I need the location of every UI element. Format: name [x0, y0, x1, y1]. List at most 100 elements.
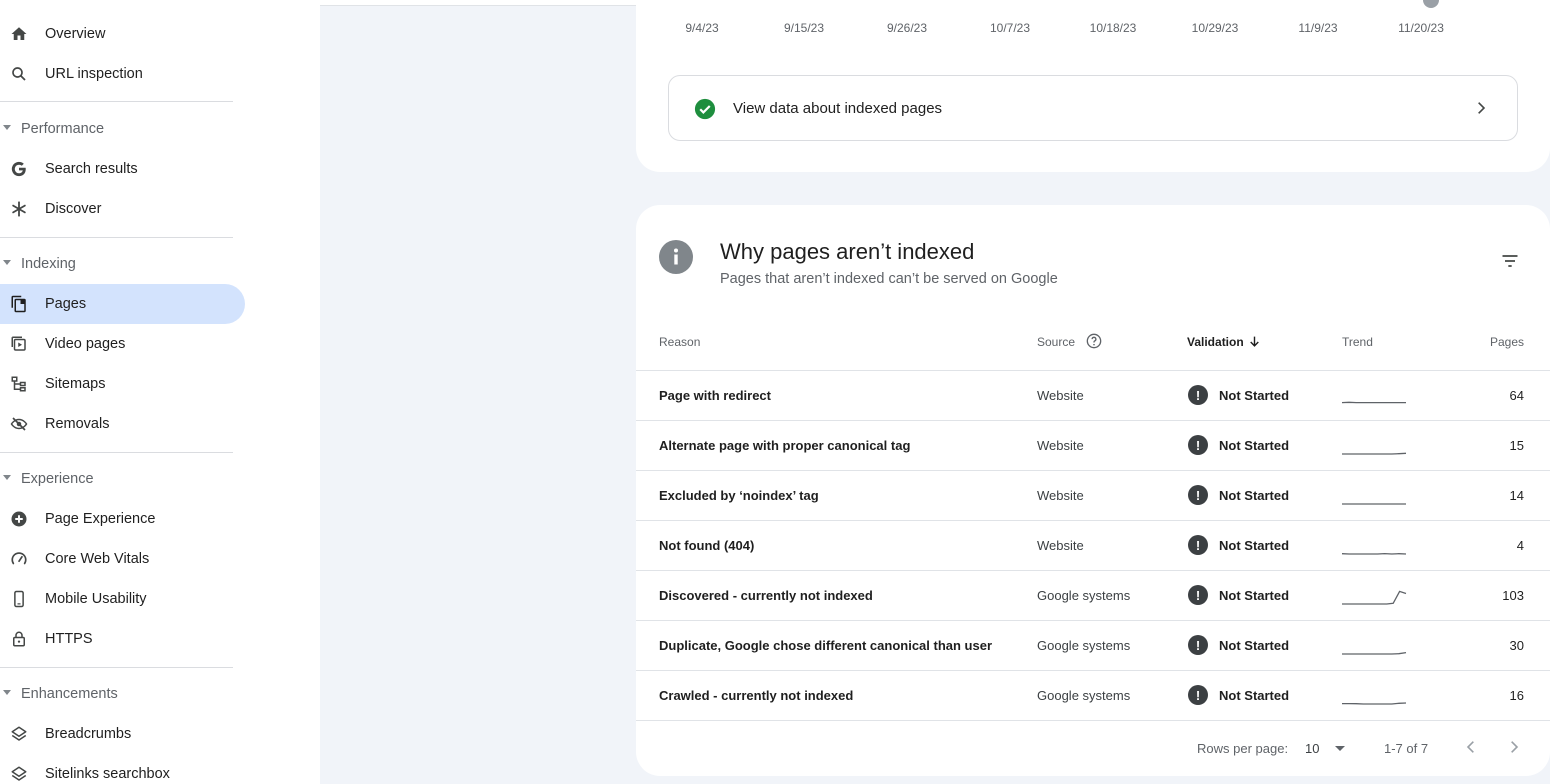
row-validation: Not Started: [1219, 488, 1290, 503]
sidebar-item-label: Mobile Usability: [45, 591, 147, 607]
sidebar-item-label: Video pages: [45, 336, 126, 352]
sidebar-item-label: Page Experience: [45, 511, 156, 527]
row-validation: Not Started: [1219, 438, 1290, 453]
sidebar: Overview URL inspection Performance Sear…: [0, 0, 320, 784]
sidebar-item-mobile-usability[interactable]: Mobile Usability: [0, 579, 245, 619]
caret-down-icon[interactable]: [1335, 746, 1345, 751]
table-row[interactable]: Alternate page with proper canonical tag…: [636, 420, 1550, 470]
not-indexed-card: Why pages aren’t indexed Pages that aren…: [636, 205, 1550, 776]
eye-off-icon: [9, 414, 29, 434]
trend-sparkline: [1342, 503, 1406, 505]
trend-line: [1342, 702, 1407, 705]
table-row[interactable]: Discovered - currently not indexed Googl…: [636, 570, 1550, 620]
filter-icon[interactable]: [1500, 251, 1520, 276]
chevron-right-icon: [1511, 741, 1519, 753]
table-row[interactable]: Crawled - currently not indexed Google s…: [636, 670, 1550, 720]
sidebar-item-page-experience[interactable]: Page Experience: [0, 499, 245, 539]
trend-sparkline: [1341, 552, 1407, 555]
table-row[interactable]: Not found (404) Website ! Not Started 4: [636, 520, 1550, 570]
row-pages: 15: [1509, 438, 1524, 453]
row-source: Website: [1037, 438, 1084, 453]
sidebar-item-label: Sitelinks searchbox: [45, 766, 170, 782]
next-page-button[interactable]: [1506, 739, 1522, 760]
phone-icon: [9, 589, 29, 609]
lock-icon: [9, 629, 29, 649]
row-pages: 4: [1516, 538, 1524, 553]
column-header-validation[interactable]: Validation: [1187, 335, 1244, 349]
table-row[interactable]: Duplicate, Google chose different canoni…: [636, 620, 1550, 670]
sidebar-item-label: Sitemaps: [45, 376, 106, 392]
sidebar-item-video-pages[interactable]: Video pages: [0, 324, 245, 364]
x-tick-label: 9/4/23: [685, 21, 719, 35]
sidebar-item-url-inspection[interactable]: URL inspection: [0, 54, 245, 94]
row-validation: Not Started: [1219, 638, 1290, 653]
help-icon[interactable]: [1086, 333, 1102, 354]
row-validation: Not Started: [1219, 688, 1290, 703]
row-source: Google systems: [1037, 588, 1131, 603]
column-header-pages[interactable]: Pages: [1490, 335, 1524, 349]
trend-line: [1342, 590, 1407, 605]
exclamation-icon: !: [1188, 485, 1208, 505]
check-circle-icon: [694, 98, 716, 125]
exclamation-icon: !: [1188, 685, 1208, 705]
sidebar-item-core-web-vitals[interactable]: Core Web Vitals: [0, 539, 245, 579]
row-source: Website: [1037, 488, 1084, 503]
rows-per-page-label: Rows per page:: [1197, 741, 1289, 756]
column-header-trend[interactable]: Trend: [1342, 335, 1373, 349]
table-row[interactable]: Excluded by ‘noindex’ tag Website ! Not …: [636, 470, 1550, 520]
row-source: Google systems: [1037, 638, 1131, 653]
sidebar-item-label: Breadcrumbs: [45, 726, 132, 742]
layers-icon: [9, 764, 29, 784]
card-subtitle: Pages that aren’t indexed can’t be serve…: [720, 271, 1058, 287]
trend-sparkline: [1342, 702, 1407, 705]
column-header-reason[interactable]: Reason: [659, 335, 700, 349]
column-header-source[interactable]: Source: [1037, 335, 1075, 349]
sidebar-item-pages[interactable]: Pages: [0, 284, 245, 324]
previous-page-button[interactable]: [1463, 739, 1479, 760]
chevron-left-icon: [1466, 741, 1474, 753]
row-validation: Not Started: [1219, 388, 1290, 403]
sidebar-item-breadcrumbs[interactable]: Breadcrumbs: [0, 714, 245, 754]
row-reason: Not found (404): [659, 538, 755, 553]
home-icon: [9, 24, 29, 44]
row-reason: Excluded by ‘noindex’ tag: [659, 488, 819, 503]
rows-per-page-select[interactable]: 10: [1305, 741, 1319, 756]
sidebar-item-https[interactable]: HTTPS: [0, 619, 245, 659]
caret-down-icon: [3, 475, 11, 480]
row-pages: 30: [1509, 638, 1524, 653]
sidebar-item-sitemaps[interactable]: Sitemaps: [0, 364, 245, 404]
sidebar-item-discover[interactable]: Discover: [0, 189, 245, 229]
x-tick-label: 11/9/23: [1298, 21, 1338, 35]
table-bottom-divider: [636, 720, 1550, 721]
row-reason: Alternate page with proper canonical tag: [659, 438, 911, 453]
sidebar-item-removals[interactable]: Removals: [0, 404, 245, 444]
pagination-range: 1-7 of 7: [1384, 741, 1429, 756]
video-pages-icon: [9, 334, 29, 354]
row-reason: Crawled - currently not indexed: [659, 688, 854, 703]
view-indexed-pages-button[interactable]: View data about indexed pages: [668, 75, 1518, 141]
arrow-down-icon[interactable]: [1248, 335, 1261, 353]
sidebar-item-search-results[interactable]: Search results: [0, 149, 245, 189]
sidebar-divider: [0, 452, 233, 453]
row-validation: Not Started: [1219, 588, 1290, 603]
row-source: Website: [1037, 538, 1084, 553]
table-row[interactable]: Page with redirect Website ! Not Started…: [636, 370, 1550, 420]
row-reason: Page with redirect: [659, 388, 771, 403]
info-icon: [659, 240, 693, 274]
layers-icon: [9, 724, 29, 744]
sitemap-icon: [9, 374, 29, 394]
sidebar-item-overview[interactable]: Overview: [0, 14, 245, 54]
exclamation-icon: !: [1188, 635, 1208, 655]
sidebar-item-label: Search results: [45, 161, 138, 177]
gauge-icon: [9, 549, 29, 569]
row-reason: Duplicate, Google chose different canoni…: [659, 638, 993, 653]
asterisk-icon: [9, 199, 29, 219]
trend-sparkline: [1341, 401, 1406, 404]
row-validation: Not Started: [1219, 538, 1290, 553]
x-tick-label: 9/15/23: [783, 21, 825, 35]
section-label: Experience: [21, 471, 94, 487]
sidebar-item-label: Overview: [45, 26, 106, 42]
x-tick-label: 10/29/23: [1191, 21, 1239, 35]
section-label: Performance: [21, 121, 105, 137]
sidebar-item-sitelinks-searchbox[interactable]: Sitelinks searchbox: [0, 754, 245, 784]
